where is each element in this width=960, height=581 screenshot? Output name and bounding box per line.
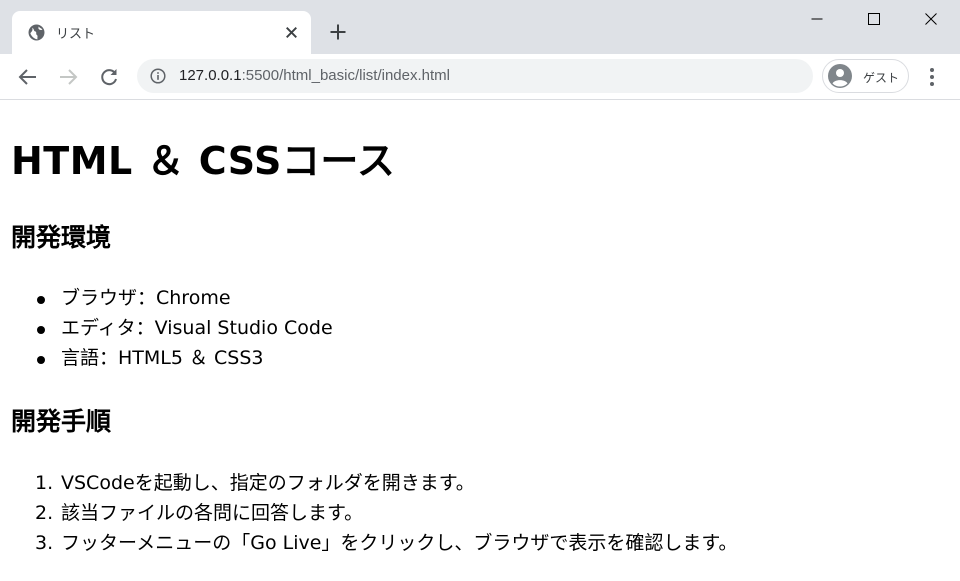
active-tab[interactable]: リスト: [12, 11, 311, 54]
page-title: HTML ＆ CSSコース: [11, 139, 396, 183]
profile-button[interactable]: ゲスト: [822, 59, 909, 93]
close-icon[interactable]: [283, 24, 300, 41]
page-content: HTML ＆ CSSコース 開発環境 ブラウザ：Chrome エディタ：Visu…: [0, 100, 960, 581]
url-host: 127.0.0.1: [179, 67, 242, 84]
reload-icon[interactable]: [97, 65, 121, 89]
info-icon[interactable]: [150, 68, 166, 84]
env-heading: 開発環境: [11, 223, 112, 252]
profile-label: ゲスト: [863, 71, 900, 85]
address-bar[interactable]: 127.0.0.1:5500/html_basic/list/index.htm…: [137, 59, 813, 93]
arrow-left-icon[interactable]: [16, 65, 40, 89]
window-close-button[interactable]: [902, 0, 960, 38]
arrow-right-icon[interactable]: [56, 65, 80, 89]
bullet: [37, 356, 45, 364]
bullet: [37, 326, 45, 334]
url-text: 127.0.0.1:5500/html_basic/list/index.htm…: [179, 67, 450, 84]
minimize-button[interactable]: [788, 0, 846, 38]
minimize-icon: [811, 18, 823, 20]
browser-toolbar: 127.0.0.1:5500/html_basic/list/index.htm…: [0, 54, 960, 100]
list-item-text: 該当ファイルの各問に回答します。: [61, 502, 364, 524]
maximize-icon: [868, 13, 880, 25]
globe-icon: [28, 24, 45, 41]
plus-icon[interactable]: [328, 22, 348, 42]
maximize-button[interactable]: [845, 0, 903, 38]
list-item-text: VSCodeを起動し、指定のフォルダを開きます。: [61, 472, 475, 494]
bullet: [37, 296, 45, 304]
proc-heading: 開発手順: [11, 407, 112, 436]
avatar-icon: [828, 64, 852, 88]
url-path: :5500/html_basic/list/index.html: [241, 67, 450, 84]
tab-title: リスト: [56, 27, 96, 42]
list-item-text: ブラウザ：Chrome: [61, 287, 231, 309]
list-item-text: フッターメニューの「Go Live」をクリックし、ブラウザで表示を確認します。: [61, 532, 738, 554]
window-close-icon: [925, 13, 937, 25]
tab-strip: リスト: [0, 0, 960, 54]
kebab-menu-icon[interactable]: [922, 65, 942, 89]
list-number: 2.: [35, 502, 54, 524]
list-item-text: エディタ：Visual Studio Code: [61, 317, 333, 339]
list-number: 1.: [35, 472, 54, 494]
list-item-text: 言語：HTML5 ＆ CSS3: [61, 347, 264, 369]
list-number: 3.: [35, 532, 54, 554]
